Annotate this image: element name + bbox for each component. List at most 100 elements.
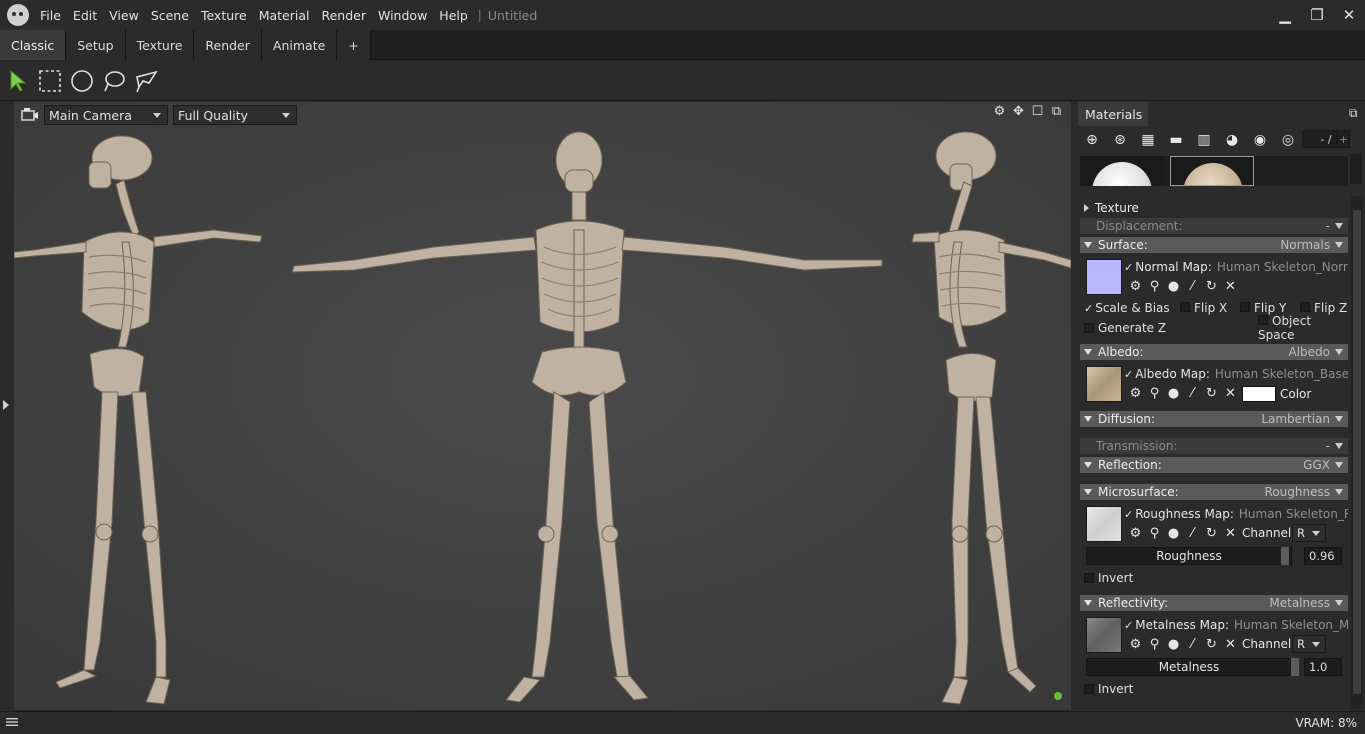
gear-icon[interactable]: ⚙ [1126,279,1145,295]
brush-icon[interactable]: ⁄ [1183,279,1202,295]
sphere-preview-icon[interactable]: ● [1164,386,1183,402]
ellipse-select-icon[interactable] [70,69,94,93]
normal-map-file[interactable]: Human Skeleton_Normal. [1217,260,1348,274]
search-icon[interactable]: ⚲ [1145,386,1164,402]
checkmark-icon[interactable]: ✓ [1084,302,1093,315]
tab-texture[interactable]: Texture [125,30,195,60]
roughness-slider-handle[interactable] [1281,547,1289,565]
sphere-preview-icon[interactable]: ● [1164,526,1183,542]
metalness-invert-checkbox[interactable] [1084,684,1094,694]
search-icon[interactable]: ⚲ [1145,637,1164,653]
roughness-slider[interactable]: Roughness [1086,547,1292,565]
generate-z-checkbox[interactable] [1084,323,1094,333]
sphere-preview-icon[interactable]: ● [1164,637,1183,653]
albedo-color-swatch[interactable] [1242,386,1276,402]
menu-help[interactable]: Help [434,8,475,23]
brush-icon[interactable]: ⁄ [1183,637,1202,653]
metalness-value-field[interactable]: 1.0 [1304,658,1342,676]
duplicate-material-icon[interactable]: ⊛ [1110,130,1130,150]
viewport-frame-icon[interactable]: ☐ [1030,104,1045,122]
3d-viewport[interactable] [14,102,1071,710]
expand-left-panel-icon[interactable] [3,400,9,410]
checkmark-icon[interactable]: ✓ [1124,261,1133,274]
checkmark-icon[interactable]: ✓ [1124,619,1133,632]
tab-setup[interactable]: Setup [66,30,126,60]
flip-z-group[interactable]: Flip Z [1300,301,1347,315]
thumbnails-scrollbar[interactable] [1350,154,1362,184]
popout-icon[interactable]: ⧉ [1049,104,1064,122]
folder-icon[interactable]: ▬ [1166,130,1186,150]
metalness-map-swatch[interactable] [1086,617,1122,653]
flip-y-checkbox[interactable] [1240,302,1250,312]
properties-scrollbar-thumb[interactable] [1353,210,1361,694]
gear-icon[interactable]: ⚙ [1126,386,1145,402]
panel-popout-icon[interactable]: ⧉ [1349,106,1363,120]
flip-x-group[interactable]: Flip X [1180,301,1227,315]
tab-animate[interactable]: Animate [261,30,338,60]
polygon-lasso-icon[interactable] [134,69,158,93]
select-arrow-icon[interactable] [6,69,30,93]
refresh-icon[interactable]: ↻ [1202,526,1221,542]
checker-material-icon[interactable]: ▦ [1138,130,1158,150]
brush-icon[interactable]: ⁄ [1183,386,1202,402]
close-icon[interactable]: ✕ [1221,279,1240,295]
tab-materials[interactable]: Materials [1078,102,1148,126]
section-microsurface[interactable]: Microsurface: Roughness [1080,484,1348,500]
roughness-map-swatch[interactable] [1086,506,1122,542]
object-space-checkbox[interactable] [1258,315,1268,325]
material-thumbnail-skeleton[interactable] [1170,156,1254,186]
camera-settings-icon[interactable] [20,105,40,125]
section-surface[interactable]: Surface: Normals [1080,237,1348,253]
menu-edit[interactable]: Edit [68,8,104,23]
section-albedo[interactable]: Albedo: Albedo [1080,344,1348,360]
minimize-button[interactable]: ▁ [1269,0,1301,30]
normal-map-swatch[interactable] [1086,259,1122,295]
menu-view[interactable]: View [104,8,146,23]
material-thumbnail-default[interactable] [1080,156,1164,186]
sphere-preview-icon[interactable]: ● [1164,279,1183,295]
search-icon[interactable]: ⚲ [1145,526,1164,542]
close-icon[interactable]: ✕ [1221,386,1240,402]
refresh-icon[interactable]: ↻ [1202,637,1221,653]
search-icon[interactable]: ⚲ [1145,279,1164,295]
section-reflection[interactable]: Reflection: GGX [1080,457,1348,473]
section-transmission[interactable]: Transmission: - [1080,438,1348,454]
lasso-select-icon[interactable] [102,69,126,93]
viewport-settings-gear-icon[interactable]: ⚙ [992,104,1007,122]
export-material-icon[interactable]: ◎ [1278,130,1298,150]
section-reflectivity[interactable]: Reflectivity: Metalness [1080,595,1348,611]
roughness-value-field[interactable]: 0.96 [1304,547,1342,565]
close-button[interactable]: ✕ [1333,0,1365,30]
log-list-icon[interactable] [6,717,18,727]
section-displacement[interactable]: Displacement: - [1080,218,1348,234]
menu-scene[interactable]: Scene [146,8,196,23]
menu-window[interactable]: Window [373,8,434,23]
albedo-map-file[interactable]: Human Skeleton_Base_col [1215,367,1348,381]
add-tab-button[interactable]: + [337,30,371,60]
menu-texture[interactable]: Texture [196,8,254,23]
roughness-invert-checkbox[interactable] [1084,573,1094,583]
delete-icon[interactable]: ▥ [1194,130,1214,150]
flip-z-checkbox[interactable] [1300,302,1310,312]
tab-classic[interactable]: Classic [0,30,67,60]
menu-file[interactable]: File [35,8,68,23]
tab-render[interactable]: Render [194,30,262,60]
metalness-slider[interactable]: Metalness [1086,658,1299,676]
section-diffusion[interactable]: Diffusion: Lambertian [1080,411,1348,427]
menu-render[interactable]: Render [316,8,373,23]
roughness-channel-select[interactable]: R [1292,524,1326,542]
metalness-channel-select[interactable]: R [1292,635,1326,653]
move-cross-icon[interactable]: ✥ [1011,104,1026,122]
checkmark-icon[interactable]: ✓ [1124,508,1133,521]
material-counter-plus[interactable]: + [1336,130,1350,148]
menu-material[interactable]: Material [254,8,317,23]
gear-icon[interactable]: ⚙ [1126,526,1145,542]
roughness-map-file[interactable]: Human Skeleton_Roug [1239,507,1348,521]
object-space-group[interactable]: Object Space [1258,314,1348,342]
pick-material-icon[interactable]: ◕ [1222,130,1242,150]
metalness-slider-handle[interactable] [1291,658,1299,676]
gear-icon[interactable]: ⚙ [1126,637,1145,653]
quality-select[interactable]: Full Quality [173,105,297,125]
checkmark-icon[interactable]: ✓ [1124,368,1133,381]
properties-scrollbar[interactable] [1351,196,1363,708]
